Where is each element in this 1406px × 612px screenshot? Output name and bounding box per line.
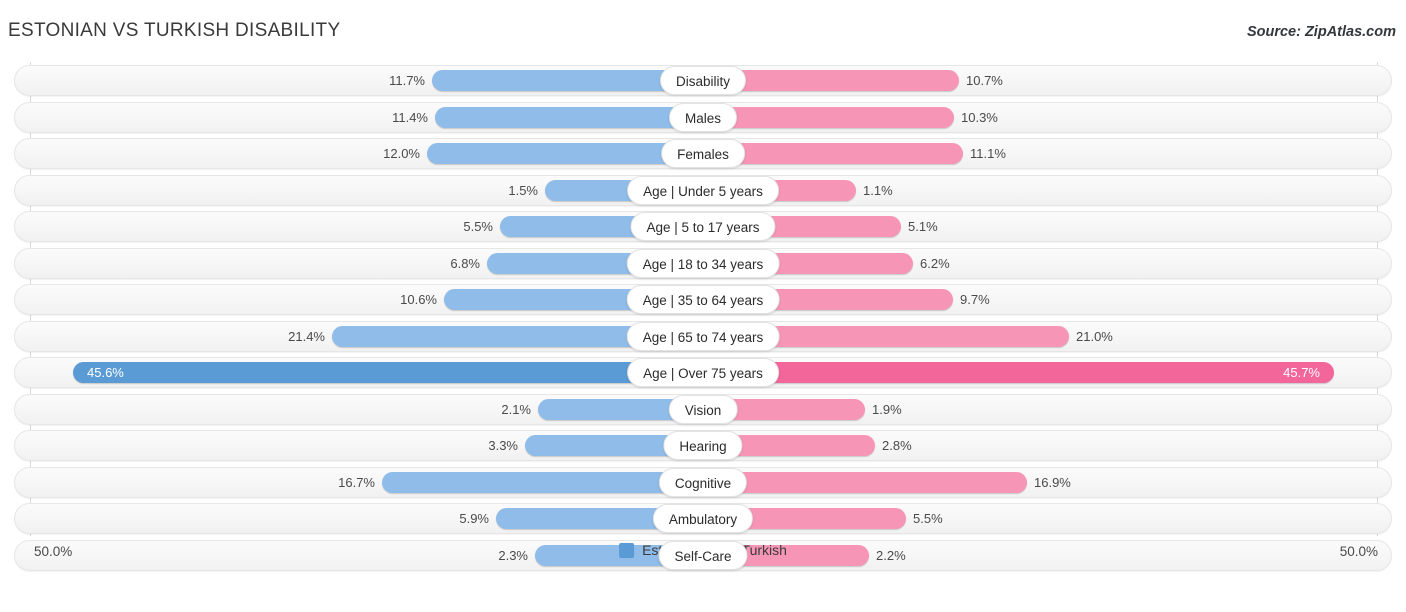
table-row[interactable]: 16.7% 16.9% Cognitive	[0, 466, 1406, 503]
row-label-pill[interactable]: Ambulatory	[653, 504, 753, 533]
chart-rows: 11.7% 10.7% Disability 11.4% 10.3% Males 12.0%…	[0, 64, 1406, 575]
table-row[interactable]: 11.4% 10.3% Males	[0, 101, 1406, 138]
value-label-turkish: 10.7%	[966, 73, 1003, 88]
value-label-turkish: 2.8%	[882, 438, 912, 453]
value-label-turkish: 11.1%	[970, 146, 1006, 161]
table-row[interactable]: 45.6% 45.7% Age | Over 75 years	[0, 356, 1406, 393]
value-label-estonian: 5.9%	[459, 511, 489, 526]
value-label-estonian: 5.5%	[463, 219, 493, 234]
row-label-pill[interactable]: Age | 65 to 74 years	[627, 322, 780, 351]
value-label-estonian: 11.4%	[392, 110, 428, 125]
value-label-estonian: 45.6%	[87, 365, 124, 380]
value-label-estonian: 1.5%	[508, 183, 538, 198]
row-label-pill[interactable]: Disability	[660, 66, 746, 95]
row-label-pill[interactable]: Females	[661, 139, 745, 168]
row-label-pill[interactable]: Hearing	[663, 431, 742, 460]
table-row[interactable]: 12.0% 11.1% Females	[0, 137, 1406, 174]
legend-swatch-icon	[619, 543, 634, 558]
value-label-estonian: 10.6%	[400, 292, 437, 307]
row-label-pill[interactable]: Males	[669, 103, 737, 132]
bar-turkish[interactable]	[703, 362, 1334, 383]
table-row[interactable]: 5.9% 5.5% Ambulatory	[0, 502, 1406, 539]
table-row[interactable]: 21.4% 21.0% Age | 65 to 74 years	[0, 320, 1406, 357]
chart-plot-area: 11.7% 10.7% Disability 11.4% 10.3% Males 12.0%…	[0, 62, 1406, 570]
row-label-pill[interactable]: Cognitive	[659, 468, 747, 497]
value-label-turkish: 5.1%	[908, 219, 938, 234]
value-label-turkish: 5.5%	[913, 511, 943, 526]
bar-turkish[interactable]	[703, 107, 954, 128]
table-row[interactable]: 3.3% 2.8% Hearing	[0, 429, 1406, 466]
source-attribution: Source: ZipAtlas.com	[1247, 24, 1396, 40]
value-label-turkish: 16.9%	[1034, 475, 1071, 490]
bar-turkish[interactable]	[703, 472, 1027, 493]
page-title: ESTONIAN VS TURKISH DISABILITY	[8, 20, 340, 42]
value-label-estonian: 12.0%	[383, 146, 420, 161]
bar-estonian[interactable]	[435, 107, 703, 128]
row-label-pill[interactable]: Age | 35 to 64 years	[627, 285, 780, 314]
axis-label-left: 50.0%	[34, 544, 72, 559]
row-label-pill[interactable]: Age | 5 to 17 years	[630, 212, 775, 241]
value-label-estonian: 11.7%	[389, 73, 425, 88]
bar-estonian[interactable]	[73, 362, 703, 383]
value-label-turkish: 45.7%	[1274, 365, 1320, 380]
value-label-turkish: 21.0%	[1076, 329, 1113, 344]
value-label-turkish: 1.9%	[872, 402, 902, 417]
value-label-turkish: 6.2%	[920, 256, 950, 271]
row-label-pill[interactable]: Vision	[669, 395, 738, 424]
table-row[interactable]: 2.1% 1.9% Vision	[0, 393, 1406, 430]
table-row[interactable]: 1.5% 1.1% Age | Under 5 years	[0, 174, 1406, 211]
value-label-estonian: 21.4%	[288, 329, 325, 344]
value-label-estonian: 2.1%	[501, 402, 531, 417]
row-label-pill[interactable]: Age | Under 5 years	[627, 176, 779, 205]
legend-label: Turkish	[742, 542, 787, 558]
value-label-estonian: 3.3%	[488, 438, 518, 453]
value-label-estonian: 16.7%	[338, 475, 375, 490]
value-label-turkish: 1.1%	[863, 183, 893, 198]
table-row[interactable]: 5.5% 5.1% Age | 5 to 17 years	[0, 210, 1406, 247]
row-label-pill[interactable]: Self-Care	[658, 541, 747, 570]
table-row[interactable]: 11.7% 10.7% Disability	[0, 64, 1406, 101]
value-label-turkish: 10.3%	[961, 110, 998, 125]
row-label-pill[interactable]: Age | 18 to 34 years	[627, 249, 780, 278]
table-row[interactable]: 6.8% 6.2% Age | 18 to 34 years	[0, 247, 1406, 284]
value-label-turkish: 9.7%	[960, 292, 990, 307]
bar-estonian[interactable]	[382, 472, 703, 493]
row-label-pill[interactable]: Age | Over 75 years	[627, 358, 779, 387]
axis-label-right: 50.0%	[1340, 544, 1378, 559]
value-label-estonian: 6.8%	[450, 256, 480, 271]
table-row[interactable]: 10.6% 9.7% Age | 35 to 64 years	[0, 283, 1406, 320]
